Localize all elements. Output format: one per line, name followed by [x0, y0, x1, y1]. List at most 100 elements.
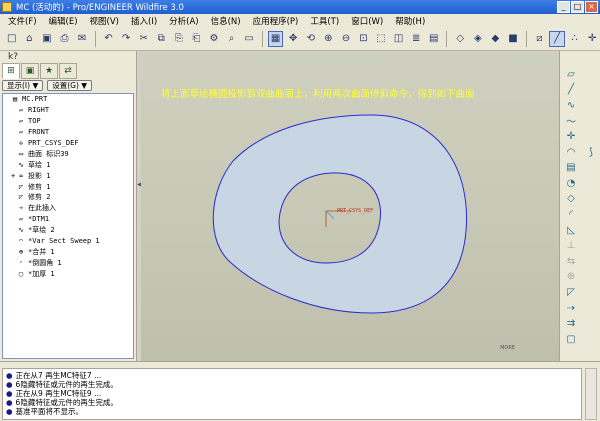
csys-tool-icon[interactable]: ✛ — [564, 129, 578, 143]
round-icon: ◜ — [18, 258, 24, 267]
extrude-tool-icon[interactable]: ▤ — [564, 161, 578, 175]
shading-icon[interactable]: ■ — [505, 31, 521, 47]
print-icon[interactable]: ⎙ — [57, 31, 73, 47]
watermark: MORE — [500, 345, 515, 351]
copy-icon[interactable]: ⧉ — [153, 31, 169, 47]
paste-icon[interactable]: ⎘ — [171, 31, 187, 47]
datum-curve-tool-icon[interactable]: 〜 — [564, 114, 578, 128]
offset-tool-icon[interactable]: ⇉ — [564, 317, 578, 331]
view-manager-icon[interactable]: ▤ — [426, 31, 442, 47]
menu-bar: 文件(F) 编辑(E) 视图(V) 插入(I) 分析(A) 信息(N) 应用程序… — [0, 14, 600, 27]
tree-item[interactable]: + ≈ 投影 1 — [3, 170, 133, 181]
sketch-tool-icon[interactable]: ∿ — [564, 98, 578, 112]
status-message: ● 正在从9 再生MC特征9 ... — [6, 389, 578, 398]
wireframe-icon[interactable]: ◇ — [452, 31, 468, 47]
find-icon[interactable]: ⌕ — [224, 31, 240, 47]
graphics-window[interactable]: 将上面草绘椭圆投影到双曲曲面上，利用两次曲面修剪命令，得到如下曲面 PRT_CS… — [141, 51, 559, 361]
datum-planes-icon[interactable]: ⧄ — [532, 31, 548, 47]
tree-item[interactable]: ▭ 曲面 标识39 — [3, 148, 133, 159]
menu-info[interactable]: 信息(N) — [205, 15, 247, 27]
maximize-button[interactable]: □ — [571, 1, 584, 13]
datum-points-icon[interactable]: ∴ — [567, 31, 583, 47]
rib-tool-icon[interactable]: ⊥ — [564, 239, 578, 253]
tree-item[interactable]: ▱ FRONT — [3, 127, 133, 138]
close-button[interactable]: × — [585, 1, 598, 13]
spin-center-icon[interactable]: ✥ — [285, 31, 301, 47]
orient-icon[interactable]: ⟲ — [303, 31, 319, 47]
email-icon[interactable]: ✉ — [74, 31, 90, 47]
trim-icon: ◸ — [18, 193, 24, 202]
tree-item[interactable]: ▱ RIGHT — [3, 105, 133, 116]
folder-tab[interactable]: ▣ — [21, 63, 39, 79]
chamfer-tool-icon[interactable]: ◺ — [564, 223, 578, 237]
tree-item[interactable]: ◸ 修剪 1 — [3, 181, 133, 192]
merge-tool-icon[interactable]: ⊕ — [564, 270, 578, 284]
title-bar: MC (活动的) - Pro/ENGINEER Wildfire 3.0 _ □… — [0, 0, 600, 14]
cut-icon[interactable]: ✂ — [136, 31, 152, 47]
datum-axes-icon[interactable]: ╱ — [549, 30, 565, 47]
context-help-icon[interactable]: k? — [8, 52, 18, 62]
tree-item[interactable]: ✢ PRT_CSYS_DEF — [3, 138, 133, 149]
mirror-tool-icon[interactable]: ⇆ — [564, 254, 578, 268]
tree-item[interactable]: ◸ 修剪 2 — [3, 192, 133, 203]
model-tree-tab[interactable]: ⊞ — [2, 63, 20, 79]
extend-tool-icon[interactable]: ⇢ — [564, 301, 578, 315]
tree-item[interactable]: ⊕ *合并 1 — [3, 246, 133, 257]
datum-axis-tool-icon[interactable]: ╱ — [564, 83, 578, 97]
trim-tool-icon[interactable]: ◸ — [564, 285, 578, 299]
save-icon[interactable]: ▣ — [39, 31, 55, 47]
tree-item[interactable]: ◠ *Var Sect Sweep 1 — [3, 236, 133, 247]
blend-tool-icon[interactable]: ◇ — [564, 192, 578, 206]
message-bullet-icon: ● — [6, 407, 13, 416]
sweep-tool-icon[interactable]: ◠ — [564, 145, 578, 159]
saved-views-icon[interactable]: ◫ — [391, 31, 407, 47]
menu-applications[interactable]: 应用程序(P) — [247, 15, 305, 27]
layers-icon[interactable]: ≣ — [408, 31, 424, 47]
menu-view[interactable]: 视图(V) — [84, 15, 125, 27]
trimmed-surface[interactable] — [212, 114, 468, 314]
tree-item[interactable]: ◜ *倒圆角 1 — [3, 257, 133, 268]
datum-plane-tool-icon[interactable]: ▱ — [564, 67, 578, 81]
coord-sys-icon[interactable]: ✛ — [584, 31, 600, 47]
menu-window[interactable]: 窗口(W) — [345, 15, 389, 27]
regenerate-icon[interactable]: ⚙ — [206, 31, 222, 47]
reorient-icon[interactable]: ⬚ — [373, 31, 389, 47]
minimize-button[interactable]: _ — [557, 1, 570, 13]
tree-item[interactable]: ∿ *草绘 2 — [3, 225, 133, 236]
menu-insert[interactable]: 插入(I) — [125, 15, 163, 27]
thicken-tool-icon[interactable]: ▢ — [564, 332, 578, 346]
tree-item[interactable]: ▢ *加厚 1 — [3, 268, 133, 279]
new-icon[interactable]: □ — [4, 31, 20, 47]
favorites-tab[interactable]: ★ — [40, 63, 58, 79]
no-hidden-icon[interactable]: ◆ — [488, 31, 504, 47]
refit-icon[interactable]: ⊡ — [356, 31, 372, 47]
menu-file[interactable]: 文件(F) — [2, 15, 43, 27]
message-scrollbar[interactable] — [585, 368, 597, 420]
tree-item[interactable]: ∿ 草绘 1 — [3, 159, 133, 170]
zoom-in-icon[interactable]: ⊕ — [321, 31, 337, 47]
hidden-line-icon[interactable]: ◈ — [470, 31, 486, 47]
tree-item[interactable]: ➔ 在此插入 — [3, 203, 133, 214]
revolve-tool-icon[interactable]: ◔ — [564, 176, 578, 190]
connections-tab[interactable]: ⇄ — [59, 63, 77, 79]
menu-tools[interactable]: 工具(T) — [304, 15, 345, 27]
round-tool-icon[interactable]: ◜ — [564, 207, 578, 221]
status-message-text: 正在从7 再生MC特征7 ... — [15, 371, 102, 380]
menu-analysis[interactable]: 分析(A) — [163, 15, 204, 27]
menu-help[interactable]: 帮助(H) — [389, 15, 431, 27]
settings-menu-button[interactable]: 设置(G) ▼ — [47, 80, 93, 91]
analysis-icon[interactable]: ⟆ — [584, 145, 598, 159]
undo-icon[interactable]: ↶ — [101, 31, 117, 47]
tree-item[interactable]: ▱ TOP — [3, 116, 133, 127]
open-icon[interactable]: ⌂ — [22, 31, 38, 47]
select-box-icon[interactable]: ▭ — [241, 31, 257, 47]
redo-icon[interactable]: ↷ — [118, 31, 134, 47]
display-menu-button[interactable]: 显示(I) ▼ — [2, 80, 44, 91]
tree-item[interactable]: ▱ *DTM1 — [3, 214, 133, 225]
status-message: ● 基准平面将不显示。 — [6, 407, 578, 416]
paste-special-icon[interactable]: ⎗ — [189, 31, 205, 47]
zoom-out-icon[interactable]: ⊖ — [338, 31, 354, 47]
repaint-icon[interactable]: ▦ — [267, 30, 284, 47]
tree-item[interactable]: ▤ MC.PRT — [3, 94, 133, 105]
menu-edit[interactable]: 编辑(E) — [43, 15, 84, 27]
